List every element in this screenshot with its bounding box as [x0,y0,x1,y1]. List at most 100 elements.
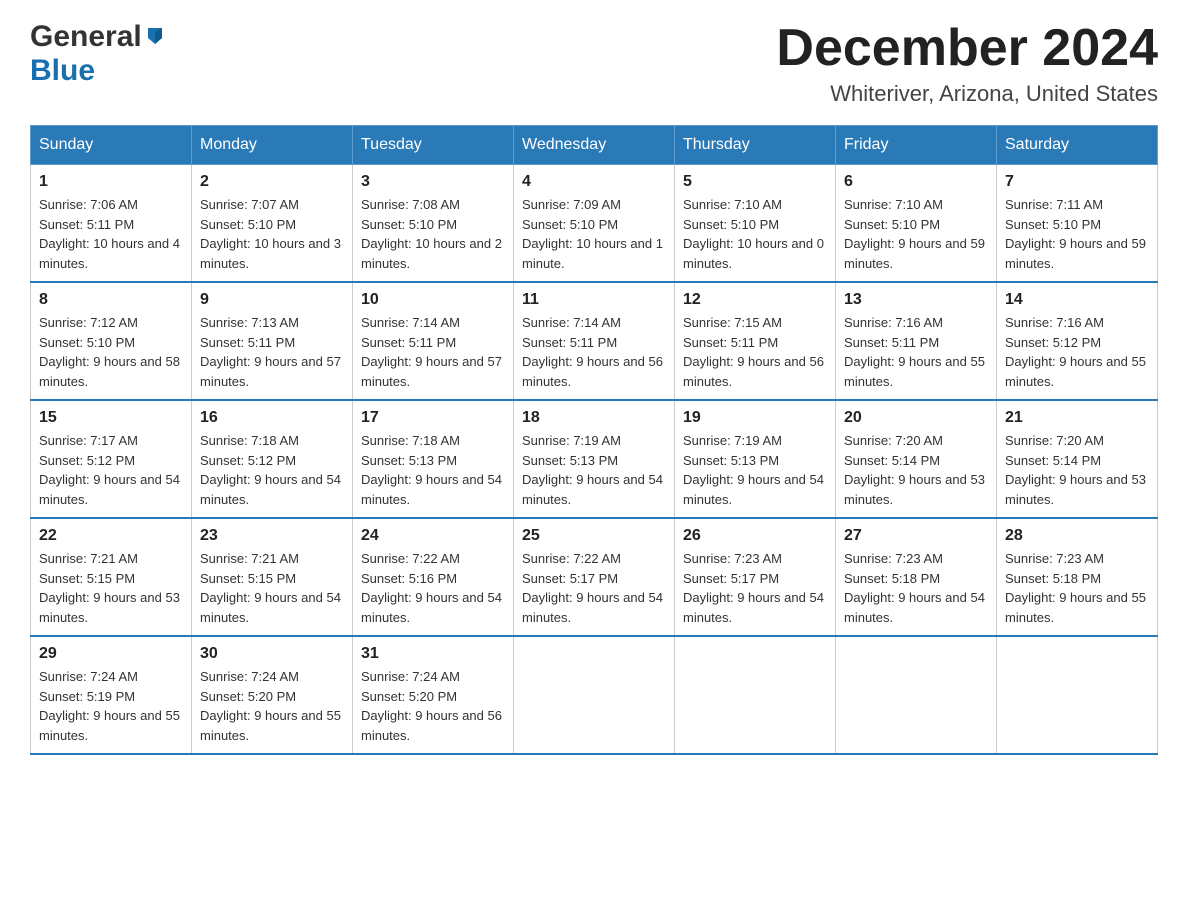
day-number: 28 [1005,527,1149,545]
day-number: 25 [522,527,666,545]
col-saturday: Saturday [997,126,1158,165]
table-row: 12 Sunrise: 7:15 AM Sunset: 5:11 PM Dayl… [675,282,836,400]
page-header: General Blue December 2024 Whiteriver, A… [30,20,1158,107]
table-row: 17 Sunrise: 7:18 AM Sunset: 5:13 PM Dayl… [353,400,514,518]
calendar-week-2: 8 Sunrise: 7:12 AM Sunset: 5:10 PM Dayli… [31,282,1158,400]
day-number: 30 [200,645,344,663]
day-number: 4 [522,173,666,191]
table-row: 8 Sunrise: 7:12 AM Sunset: 5:10 PM Dayli… [31,282,192,400]
col-monday: Monday [192,126,353,165]
table-row [836,636,997,754]
day-info: Sunrise: 7:22 AM Sunset: 5:16 PM Dayligh… [361,549,505,627]
day-info: Sunrise: 7:09 AM Sunset: 5:10 PM Dayligh… [522,195,666,273]
day-info: Sunrise: 7:20 AM Sunset: 5:14 PM Dayligh… [1005,431,1149,509]
day-number: 26 [683,527,827,545]
day-number: 3 [361,173,505,191]
table-row [514,636,675,754]
day-number: 24 [361,527,505,545]
day-number: 23 [200,527,344,545]
table-row: 9 Sunrise: 7:13 AM Sunset: 5:11 PM Dayli… [192,282,353,400]
day-info: Sunrise: 7:06 AM Sunset: 5:11 PM Dayligh… [39,195,183,273]
logo-general-text: General [30,20,142,54]
calendar-week-5: 29 Sunrise: 7:24 AM Sunset: 5:19 PM Dayl… [31,636,1158,754]
day-info: Sunrise: 7:21 AM Sunset: 5:15 PM Dayligh… [200,549,344,627]
day-number: 27 [844,527,988,545]
day-number: 19 [683,409,827,427]
day-number: 6 [844,173,988,191]
day-number: 16 [200,409,344,427]
day-info: Sunrise: 7:16 AM Sunset: 5:11 PM Dayligh… [844,313,988,391]
table-row: 27 Sunrise: 7:23 AM Sunset: 5:18 PM Dayl… [836,518,997,636]
day-number: 15 [39,409,183,427]
day-info: Sunrise: 7:14 AM Sunset: 5:11 PM Dayligh… [361,313,505,391]
day-info: Sunrise: 7:12 AM Sunset: 5:10 PM Dayligh… [39,313,183,391]
calendar-week-1: 1 Sunrise: 7:06 AM Sunset: 5:11 PM Dayli… [31,165,1158,283]
day-number: 22 [39,527,183,545]
table-row: 25 Sunrise: 7:22 AM Sunset: 5:17 PM Dayl… [514,518,675,636]
logo-arrow-icon [144,24,166,51]
table-row: 29 Sunrise: 7:24 AM Sunset: 5:19 PM Dayl… [31,636,192,754]
day-info: Sunrise: 7:13 AM Sunset: 5:11 PM Dayligh… [200,313,344,391]
month-title: December 2024 [776,20,1158,77]
col-tuesday: Tuesday [353,126,514,165]
day-number: 1 [39,173,183,191]
title-section: December 2024 Whiteriver, Arizona, Unite… [776,20,1158,107]
day-info: Sunrise: 7:16 AM Sunset: 5:12 PM Dayligh… [1005,313,1149,391]
day-info: Sunrise: 7:17 AM Sunset: 5:12 PM Dayligh… [39,431,183,509]
table-row: 5 Sunrise: 7:10 AM Sunset: 5:10 PM Dayli… [675,165,836,283]
col-thursday: Thursday [675,126,836,165]
table-row [675,636,836,754]
day-number: 29 [39,645,183,663]
day-number: 13 [844,291,988,309]
calendar-table: Sunday Monday Tuesday Wednesday Thursday… [30,125,1158,755]
day-info: Sunrise: 7:19 AM Sunset: 5:13 PM Dayligh… [683,431,827,509]
day-number: 2 [200,173,344,191]
header-row: Sunday Monday Tuesday Wednesday Thursday… [31,126,1158,165]
logo-blue-text: Blue [30,54,95,87]
day-number: 8 [39,291,183,309]
day-info: Sunrise: 7:15 AM Sunset: 5:11 PM Dayligh… [683,313,827,391]
day-info: Sunrise: 7:10 AM Sunset: 5:10 PM Dayligh… [844,195,988,273]
table-row: 30 Sunrise: 7:24 AM Sunset: 5:20 PM Dayl… [192,636,353,754]
calendar-week-3: 15 Sunrise: 7:17 AM Sunset: 5:12 PM Dayl… [31,400,1158,518]
table-row: 15 Sunrise: 7:17 AM Sunset: 5:12 PM Dayl… [31,400,192,518]
day-info: Sunrise: 7:24 AM Sunset: 5:19 PM Dayligh… [39,667,183,745]
table-row: 2 Sunrise: 7:07 AM Sunset: 5:10 PM Dayli… [192,165,353,283]
table-row: 22 Sunrise: 7:21 AM Sunset: 5:15 PM Dayl… [31,518,192,636]
logo: General Blue [30,20,166,88]
day-number: 9 [200,291,344,309]
table-row: 23 Sunrise: 7:21 AM Sunset: 5:15 PM Dayl… [192,518,353,636]
table-row [997,636,1158,754]
table-row: 14 Sunrise: 7:16 AM Sunset: 5:12 PM Dayl… [997,282,1158,400]
table-row: 16 Sunrise: 7:18 AM Sunset: 5:12 PM Dayl… [192,400,353,518]
table-row: 4 Sunrise: 7:09 AM Sunset: 5:10 PM Dayli… [514,165,675,283]
day-info: Sunrise: 7:10 AM Sunset: 5:10 PM Dayligh… [683,195,827,273]
day-info: Sunrise: 7:24 AM Sunset: 5:20 PM Dayligh… [361,667,505,745]
table-row: 20 Sunrise: 7:20 AM Sunset: 5:14 PM Dayl… [836,400,997,518]
day-number: 14 [1005,291,1149,309]
table-row: 10 Sunrise: 7:14 AM Sunset: 5:11 PM Dayl… [353,282,514,400]
table-row: 24 Sunrise: 7:22 AM Sunset: 5:16 PM Dayl… [353,518,514,636]
location-title: Whiteriver, Arizona, United States [776,81,1158,107]
table-row: 21 Sunrise: 7:20 AM Sunset: 5:14 PM Dayl… [997,400,1158,518]
day-number: 21 [1005,409,1149,427]
day-info: Sunrise: 7:14 AM Sunset: 5:11 PM Dayligh… [522,313,666,391]
table-row: 19 Sunrise: 7:19 AM Sunset: 5:13 PM Dayl… [675,400,836,518]
table-row: 26 Sunrise: 7:23 AM Sunset: 5:17 PM Dayl… [675,518,836,636]
table-row: 1 Sunrise: 7:06 AM Sunset: 5:11 PM Dayli… [31,165,192,283]
day-info: Sunrise: 7:08 AM Sunset: 5:10 PM Dayligh… [361,195,505,273]
day-info: Sunrise: 7:22 AM Sunset: 5:17 PM Dayligh… [522,549,666,627]
table-row: 31 Sunrise: 7:24 AM Sunset: 5:20 PM Dayl… [353,636,514,754]
day-info: Sunrise: 7:07 AM Sunset: 5:10 PM Dayligh… [200,195,344,273]
day-info: Sunrise: 7:23 AM Sunset: 5:18 PM Dayligh… [844,549,988,627]
table-row: 18 Sunrise: 7:19 AM Sunset: 5:13 PM Dayl… [514,400,675,518]
table-row: 11 Sunrise: 7:14 AM Sunset: 5:11 PM Dayl… [514,282,675,400]
day-number: 17 [361,409,505,427]
day-info: Sunrise: 7:19 AM Sunset: 5:13 PM Dayligh… [522,431,666,509]
day-number: 11 [522,291,666,309]
table-row: 13 Sunrise: 7:16 AM Sunset: 5:11 PM Dayl… [836,282,997,400]
day-info: Sunrise: 7:23 AM Sunset: 5:18 PM Dayligh… [1005,549,1149,627]
day-number: 5 [683,173,827,191]
day-info: Sunrise: 7:18 AM Sunset: 5:12 PM Dayligh… [200,431,344,509]
table-row: 7 Sunrise: 7:11 AM Sunset: 5:10 PM Dayli… [997,165,1158,283]
